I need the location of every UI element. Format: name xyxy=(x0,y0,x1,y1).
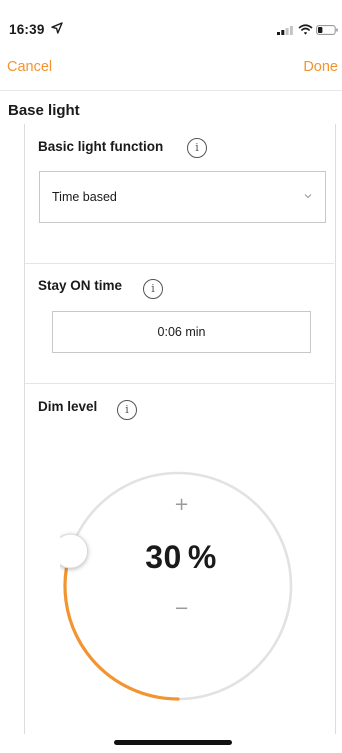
location-arrow-icon xyxy=(51,22,63,34)
decrease-button[interactable]: − xyxy=(174,598,189,619)
basic-light-function-value: Time based xyxy=(52,190,117,204)
status-time: 16:39 xyxy=(9,22,45,37)
section-divider xyxy=(25,383,334,384)
wifi-icon xyxy=(298,24,313,35)
stay-on-time-field[interactable]: 0:06 min xyxy=(52,311,311,353)
navigation-bar: Cancel Done xyxy=(0,52,342,91)
signal-icon xyxy=(277,26,293,35)
dim-level-title: Dim level xyxy=(38,399,98,414)
basic-light-function-select[interactable]: Time based xyxy=(39,171,326,223)
dim-level-unit: % xyxy=(187,539,217,575)
increase-button[interactable]: + xyxy=(174,494,189,515)
info-icon[interactable]: i xyxy=(187,138,207,158)
stay-on-time-title: Stay ON time xyxy=(38,278,123,293)
basic-light-function-title: Basic light function xyxy=(38,139,164,154)
info-icon[interactable]: i xyxy=(117,400,137,420)
nav-divider xyxy=(0,90,342,91)
battery-icon xyxy=(316,25,338,35)
status-bar: 16:39 xyxy=(0,0,342,48)
slider-knob[interactable] xyxy=(60,533,89,569)
section-divider xyxy=(25,263,334,264)
dim-level-value: 30% xyxy=(126,539,236,576)
done-button[interactable]: Done xyxy=(303,59,338,75)
cancel-button[interactable]: Cancel xyxy=(7,59,52,75)
info-icon[interactable]: i xyxy=(143,279,163,299)
chevron-down-icon xyxy=(304,194,312,199)
home-indicator xyxy=(114,740,232,745)
page-title: Base light xyxy=(8,102,80,119)
dim-level-number: 30 xyxy=(145,539,182,575)
